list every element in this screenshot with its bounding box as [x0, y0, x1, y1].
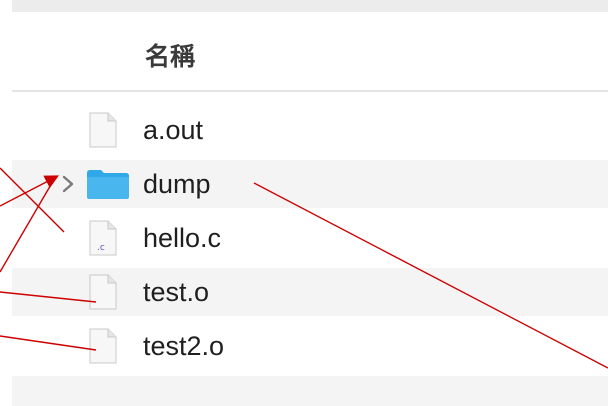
- empty-row: [12, 376, 608, 406]
- file-row-hello-c[interactable]: .c hello.c: [12, 214, 608, 262]
- finder-list-view: 名稱 a.out dump .c hello.c test.o test2.o: [0, 0, 608, 406]
- file-row-dump[interactable]: dump: [12, 160, 608, 208]
- column-header: 名稱: [12, 12, 608, 92]
- c-badge: .c: [97, 243, 105, 253]
- document-icon: [89, 274, 117, 310]
- folder-name: dump: [143, 169, 211, 199]
- file-name: test2.o: [143, 331, 225, 361]
- file-row-test-o[interactable]: test.o: [12, 268, 608, 316]
- file-name: test.o: [143, 277, 210, 307]
- document-icon: [89, 112, 117, 148]
- folder-icon: [87, 170, 129, 199]
- c-source-file-icon: .c: [89, 220, 117, 256]
- file-row-a-out[interactable]: a.out: [12, 106, 608, 154]
- file-name: a.out: [143, 115, 204, 145]
- file-name: hello.c: [143, 223, 222, 253]
- document-icon: [89, 328, 117, 364]
- toolbar-edge: [12, 0, 608, 12]
- chevron-right-icon[interactable]: [58, 173, 78, 195]
- file-row-test2-o[interactable]: test2.o: [12, 322, 608, 370]
- name-column-header[interactable]: 名稱: [145, 37, 195, 73]
